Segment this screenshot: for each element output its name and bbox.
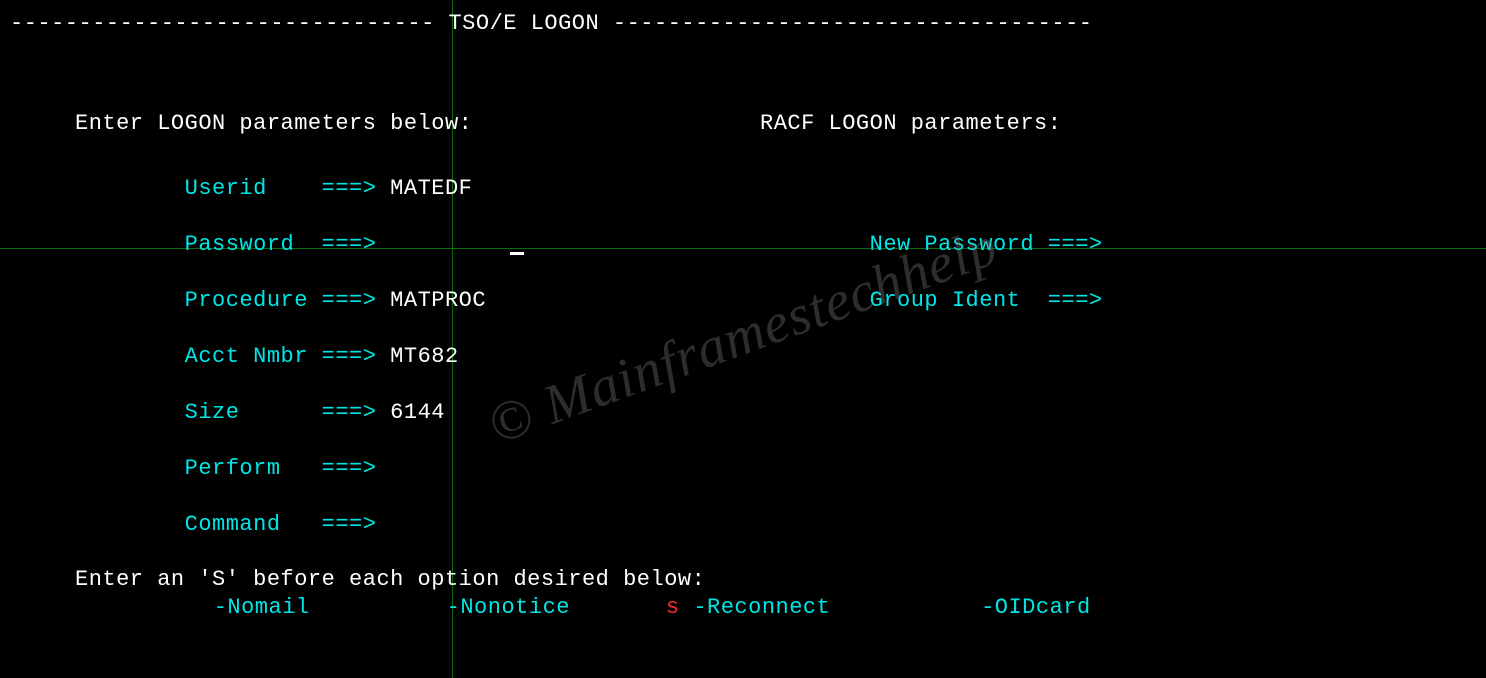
field-userid: Userid ===> [0,174,1486,202]
heading-right: RACF LOGON parameters: [760,113,1061,135]
option-oidcard[interactable]: -OIDcard [967,597,1090,619]
options-row: -Nomail -Nonotice s -Reconnect -OIDcard [0,594,1486,622]
field-command: Command ===> [0,510,1486,538]
arrow-icon: ===> [322,344,377,369]
field-perform: Perform ===> [0,454,1486,482]
groupident-label: Group Ident [870,288,1034,313]
text-cursor-icon [510,252,524,255]
options-prompt: Enter an 'S' before each option desired … [0,569,705,591]
arrow-icon: ===> [322,232,377,257]
field-procedure-row: Procedure ===> Group Ident ===> [0,286,1486,314]
title-text: ------------------------------- TSO/E LO… [10,13,1092,35]
field-acct: Acct Nmbr ===> [0,342,1486,370]
heading-left: Enter LOGON parameters below: [0,113,760,135]
acct-input[interactable] [390,344,590,369]
arrow-icon: ===> [322,176,377,201]
password-label: Password [185,232,308,257]
command-label: Command [185,512,308,537]
arrow-icon: ===> [322,288,377,313]
arrow-icon: ===> [322,512,377,537]
procedure-label: Procedure [185,288,308,313]
perform-label: Perform [185,456,308,481]
size-input[interactable] [390,400,590,425]
acct-label: Acct Nmbr [185,344,308,369]
arrow-icon: ===> [322,456,377,481]
field-password-row: Password ===> New Password ===> [0,230,1486,258]
newpassword-label: New Password [870,232,1034,257]
arrow-icon: ===> [1048,232,1103,257]
userid-input[interactable] [390,176,590,201]
perform-input[interactable] [390,456,590,481]
option-nonotice[interactable]: -Nonotice [433,597,570,619]
size-label: Size [185,400,308,425]
title-bar: ------------------------------- TSO/E LO… [0,10,1486,38]
groupident-input[interactable] [1116,288,1236,313]
field-size: Size ===> [0,398,1486,426]
procedure-input[interactable] [390,288,590,313]
password-input[interactable] [390,232,510,257]
command-input[interactable] [390,512,990,537]
userid-label: Userid [185,176,308,201]
option-nomail[interactable]: -Nomail [200,597,310,619]
arrow-icon: ===> [1048,288,1103,313]
option-reconnect[interactable]: s -Reconnect [666,597,830,619]
newpassword-input[interactable] [1116,232,1236,257]
arrow-icon: ===> [322,400,377,425]
